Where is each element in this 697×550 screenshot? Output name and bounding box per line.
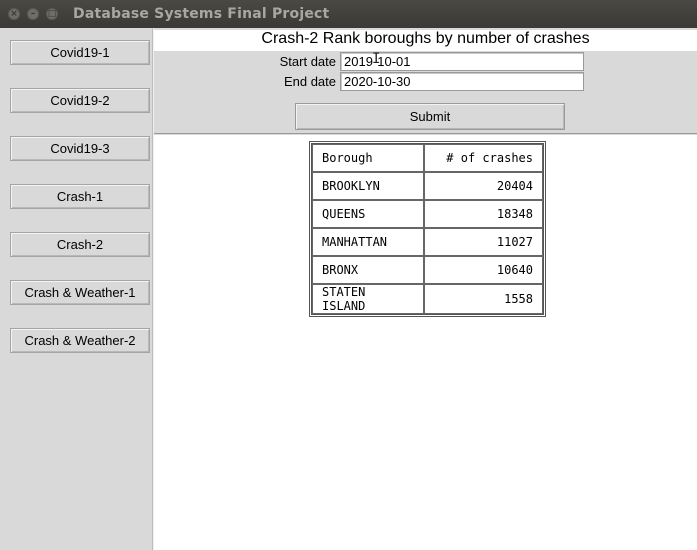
column-header-crashes: # of crashes — [424, 144, 543, 172]
start-date-label: Start date — [279, 54, 336, 69]
borough-cell: STATEN ISLAND — [312, 284, 424, 314]
column-header-borough: Borough — [312, 144, 424, 172]
sidebar-item-crash-weather-2[interactable]: Crash & Weather-2 — [10, 328, 150, 353]
results-area: Borough # of crashes BROOKLYN 20404 QUEE… — [154, 135, 697, 550]
sidebar-item-covid19-2[interactable]: Covid19-2 — [10, 88, 150, 113]
table-row: MANHATTAN 11027 — [312, 228, 543, 256]
submit-button[interactable]: Submit — [295, 103, 565, 130]
table-row: QUEENS 18348 — [312, 200, 543, 228]
table-row: STATEN ISLAND 1558 — [312, 284, 543, 314]
sidebar: Covid19-1 Covid19-2 Covid19-3 Crash-1 Cr… — [0, 28, 153, 550]
crashes-cell: 1558 — [424, 284, 543, 314]
text-cursor-icon: I — [372, 51, 381, 67]
table-row: BRONX 10640 — [312, 256, 543, 284]
minimize-icon[interactable]: – — [27, 8, 39, 20]
maximize-icon[interactable]: □ — [46, 8, 58, 20]
sidebar-item-crash-2[interactable]: Crash-2 — [10, 232, 150, 257]
crashes-cell: 20404 — [424, 172, 543, 200]
crashes-cell: 18348 — [424, 200, 543, 228]
sidebar-item-crash-weather-1[interactable]: Crash & Weather-1 — [10, 280, 150, 305]
table-header-row: Borough # of crashes — [312, 144, 543, 172]
end-date-label: End date — [283, 74, 336, 89]
sidebar-item-covid19-1[interactable]: Covid19-1 — [10, 40, 150, 65]
end-date-input[interactable]: 2020-10-30 — [340, 72, 584, 91]
close-icon[interactable]: × — [8, 8, 20, 20]
crashes-cell: 11027 — [424, 228, 543, 256]
sidebar-item-crash-1[interactable]: Crash-1 — [10, 184, 150, 209]
borough-cell: BRONX — [312, 256, 424, 284]
table-row: BROOKLYN 20404 — [312, 172, 543, 200]
borough-cell: MANHATTAN — [312, 228, 424, 256]
crashes-cell: 10640 — [424, 256, 543, 284]
page-title: Crash-2 Rank boroughs by number of crash… — [261, 30, 590, 47]
borough-cell: QUEENS — [312, 200, 424, 228]
query-form: Crash-2 Rank boroughs by number of crash… — [154, 28, 697, 134]
results-table: Borough # of crashes BROOKLYN 20404 QUEE… — [309, 141, 546, 317]
title-bar: × – □ Database Systems Final Project — [0, 0, 697, 28]
window-title: Database Systems Final Project — [73, 6, 330, 22]
sidebar-item-covid19-3[interactable]: Covid19-3 — [10, 136, 150, 161]
borough-cell: BROOKLYN — [312, 172, 424, 200]
